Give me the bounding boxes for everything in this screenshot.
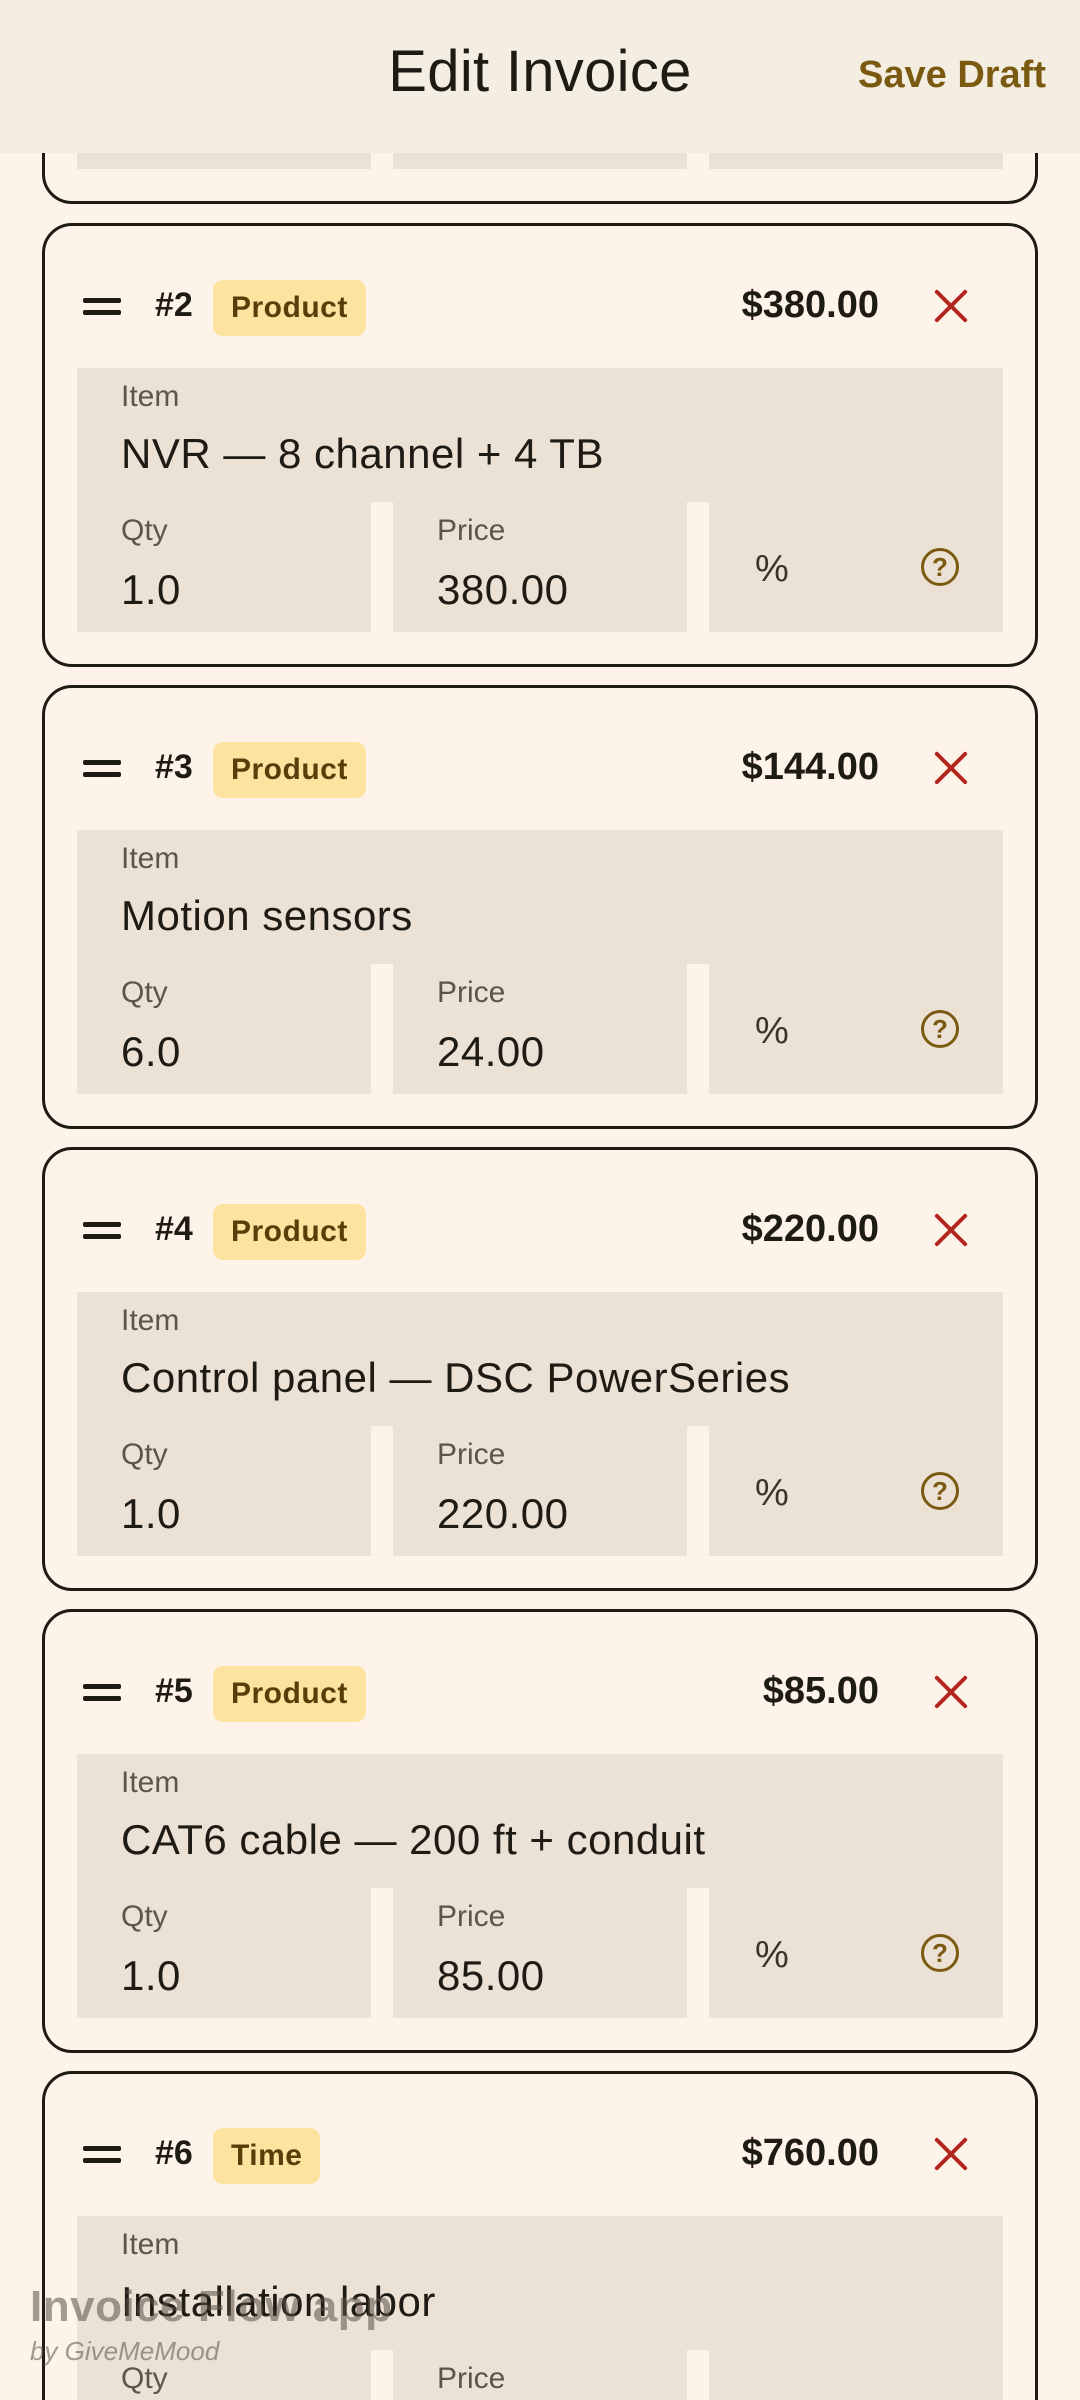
item-value: NVR — 8 channel + 4 TB [121, 430, 604, 477]
price-value: 220.00 [437, 1490, 569, 1537]
item-value: CAT6 cable — 200 ft + conduit [121, 1816, 706, 1863]
qty-field[interactable]: Qty 1.0 [77, 502, 371, 632]
line-amount: $85.00 [762, 1670, 879, 1712]
line-amount: $760.00 [741, 2132, 879, 2174]
line-number: #4 [155, 1210, 193, 1248]
qty-field[interactable]: Qty 1.0 [77, 1888, 371, 2018]
percent-suffix: % [755, 1934, 789, 1976]
qty-field[interactable]: Qty [77, 2350, 371, 2400]
item-label: Item [121, 2228, 180, 2261]
price-field[interactable]: Price [393, 2350, 687, 2400]
item-label: Item [121, 380, 180, 413]
discount-field[interactable] [709, 2350, 1003, 2400]
item-field[interactable]: Item CAT6 cable — 200 ft + conduit [77, 1754, 1003, 1888]
qty-field[interactable]: Qty 6.0 [77, 964, 371, 1094]
type-badge: Time [213, 2128, 321, 2184]
line-number: #6 [155, 2134, 193, 2172]
percent-suffix: % [755, 548, 789, 590]
item-label: Item [121, 1304, 180, 1337]
qty-label: Qty [121, 976, 168, 1009]
top-app-bar: Edit Invoice Save Draft [0, 0, 1080, 153]
qty-value: 1.0 [121, 1490, 181, 1537]
line-amount: $380.00 [741, 284, 879, 326]
price-value: 380.00 [437, 566, 569, 613]
item-field[interactable]: Item Installation labor [77, 2216, 1003, 2350]
type-badge: Product [213, 742, 366, 798]
discount-field[interactable]: % ? [709, 1426, 1003, 1556]
line-amount: $220.00 [741, 1208, 879, 1250]
item-field[interactable]: Item NVR — 8 channel + 4 TB [77, 368, 1003, 502]
price-label: Price [437, 1438, 506, 1471]
drag-handle-icon[interactable] [83, 296, 123, 316]
type-badge: Product [213, 280, 366, 336]
line-number: #2 [155, 286, 193, 324]
qty-label: Qty [121, 514, 168, 547]
price-label: Price [437, 1900, 506, 1933]
item-field[interactable]: Item Motion sensors [77, 830, 1003, 964]
item-value: Motion sensors [121, 892, 413, 939]
qty-value: 6.0 [121, 1028, 181, 1075]
drag-handle-icon[interactable] [83, 758, 123, 778]
price-field[interactable]: Price 24.00 [393, 964, 687, 1094]
line-item-card: #5 Product $85.00 Item CAT6 cable — 200 … [42, 1609, 1038, 2053]
help-icon[interactable]: ? [921, 1934, 959, 1972]
qty-value: 1.0 [121, 1952, 181, 1999]
price-label: Price [437, 2362, 506, 2395]
line-number: #5 [155, 1672, 193, 1710]
delete-icon[interactable] [933, 1212, 969, 1248]
type-badge: Product [213, 1204, 366, 1260]
item-value: Control panel — DSC PowerSeries [121, 1354, 791, 1401]
line-item-card: #3 Product $144.00 Item Motion sensors Q… [42, 685, 1038, 1129]
delete-icon[interactable] [933, 1674, 969, 1710]
item-value: Installation labor [121, 2278, 436, 2325]
delete-icon[interactable] [933, 750, 969, 786]
item-field[interactable]: Item Control panel — DSC PowerSeries [77, 1292, 1003, 1426]
qty-field[interactable]: Qty 1.0 [77, 1426, 371, 1556]
price-field[interactable]: Price 85.00 [393, 1888, 687, 2018]
line-item-card: #2 Product $380.00 Item NVR — 8 channel … [42, 223, 1038, 667]
price-label: Price [437, 976, 506, 1009]
delete-icon[interactable] [933, 2136, 969, 2172]
line-item-card: #4 Product $220.00 Item Control panel — … [42, 1147, 1038, 1591]
line-item-card: #6 Time $760.00 Item Installation labor … [42, 2071, 1038, 2400]
price-label: Price [437, 514, 506, 547]
type-badge: Product [213, 1666, 366, 1722]
percent-suffix: % [755, 1010, 789, 1052]
line-number: #3 [155, 748, 193, 786]
help-icon[interactable]: ? [921, 548, 959, 586]
drag-handle-icon[interactable] [83, 1220, 123, 1240]
help-icon[interactable]: ? [921, 1472, 959, 1510]
price-field[interactable]: Price 380.00 [393, 502, 687, 632]
qty-label: Qty [121, 2362, 168, 2395]
delete-icon[interactable] [933, 288, 969, 324]
item-label: Item [121, 842, 180, 875]
price-value: 24.00 [437, 1028, 545, 1075]
qty-value: 1.0 [121, 566, 181, 613]
price-value: 85.00 [437, 1952, 545, 1999]
drag-handle-icon[interactable] [83, 1682, 123, 1702]
drag-handle-icon[interactable] [83, 2144, 123, 2164]
price-field[interactable]: Price 220.00 [393, 1426, 687, 1556]
item-label: Item [121, 1766, 180, 1799]
qty-label: Qty [121, 1438, 168, 1471]
save-draft-button[interactable]: Save Draft [858, 54, 1046, 97]
discount-field[interactable]: % ? [709, 1888, 1003, 2018]
percent-suffix: % [755, 1472, 789, 1514]
qty-label: Qty [121, 1900, 168, 1933]
discount-field[interactable]: % ? [709, 502, 1003, 632]
help-icon[interactable]: ? [921, 1010, 959, 1048]
line-amount: $144.00 [741, 746, 879, 788]
discount-field[interactable]: % ? [709, 964, 1003, 1094]
